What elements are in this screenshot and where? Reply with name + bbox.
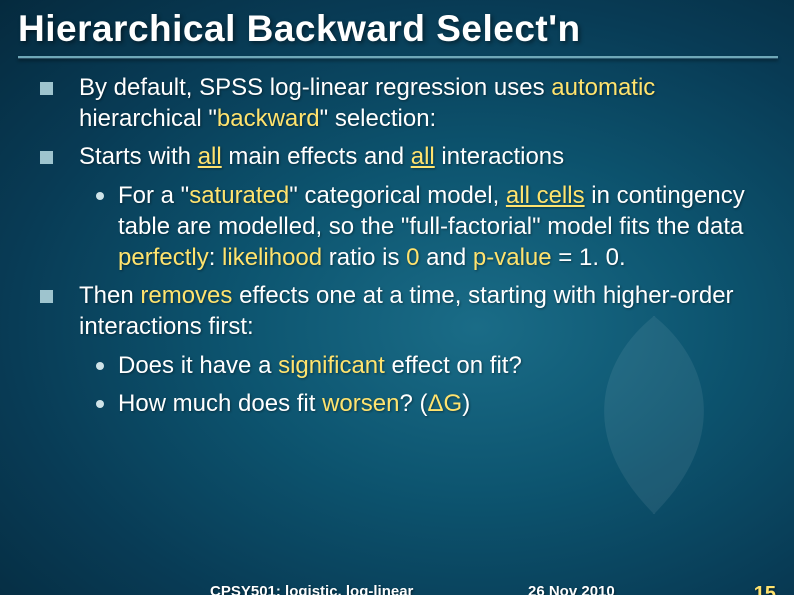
slide: Hierarchical Backward Select'n By defaul… [0, 0, 794, 595]
sub-bullet-item: For a "saturated" categorical model, all… [96, 181, 764, 273]
slide-title: Hierarchical Backward Select'n [18, 8, 794, 50]
dot-bullet-icon [96, 192, 104, 200]
sub-bullet-text: Does it have a significant effect on fit… [118, 351, 522, 382]
square-bullet-icon [40, 82, 53, 95]
slide-body: By default, SPSS log-linear regression u… [0, 59, 794, 420]
bullet-item: By default, SPSS log-linear regression u… [40, 73, 764, 134]
sub-bullet-item: Does it have a significant effect on fit… [96, 351, 764, 382]
bullet-text: By default, SPSS log-linear regression u… [79, 73, 764, 134]
sub-bullet-item: How much does fit worsen? (ΔG) [96, 389, 764, 420]
footer-date: 26 Nov 2010 [528, 583, 615, 595]
bullet-text: Then removes effects one at a time, star… [79, 281, 764, 342]
square-bullet-icon [40, 151, 53, 164]
square-bullet-icon [40, 290, 53, 303]
footer-course: CPSY501: logistic, log-linear [210, 583, 413, 595]
title-area: Hierarchical Backward Select'n [0, 0, 794, 59]
bullet-text: Starts with all main effects and all int… [79, 142, 564, 173]
dot-bullet-icon [96, 362, 104, 370]
footer-page-number: 15 [754, 583, 776, 595]
sub-bullet-text: For a "saturated" categorical model, all… [118, 181, 764, 273]
sub-bullet-text: How much does fit worsen? (ΔG) [118, 389, 470, 420]
bullet-item: Starts with all main effects and all int… [40, 142, 764, 173]
bullet-item: Then removes effects one at a time, star… [40, 281, 764, 342]
dot-bullet-icon [96, 400, 104, 408]
